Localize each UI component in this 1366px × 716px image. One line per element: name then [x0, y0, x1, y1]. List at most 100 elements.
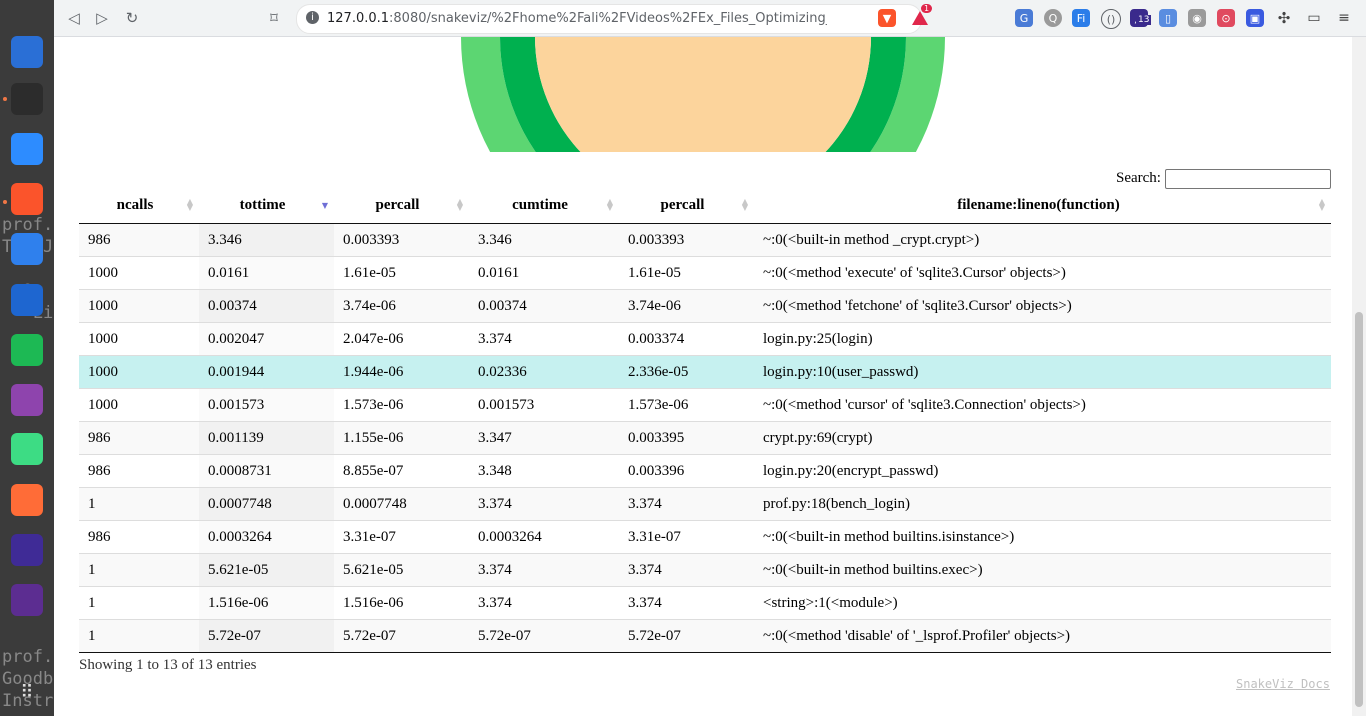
sunburst-center[interactable]: [535, 37, 871, 152]
column-header-percall-cum[interactable]: percall ▲ ▼: [619, 187, 754, 224]
ubuntu-dock: prof.Thu J Or Li ncprof.GoodbInstr ⠿: [0, 0, 54, 716]
screen-extension-icon[interactable]: ▣: [1246, 9, 1264, 27]
table-cell: login.py:25(login): [754, 322, 1331, 356]
column-header-label: percall: [660, 196, 705, 213]
show-applications-icon[interactable]: ⠿: [11, 676, 43, 708]
table-cell: 3.374: [619, 586, 754, 620]
column-header-ncalls[interactable]: ncalls ▲ ▼: [79, 187, 199, 224]
terminal-icon[interactable]: [11, 83, 43, 115]
table-row[interactable]: 986 0.001139 1.155e-06 3.347 0.003395 crypt.p…: [79, 421, 1331, 455]
table-row[interactable]: 1000 0.001573 1.573e-06 0.001573 1.573e-06 ~:…: [79, 388, 1331, 422]
back-button[interactable]: ◁: [62, 6, 86, 30]
clipboard-extension-icon[interactable]: ▯: [1159, 9, 1177, 27]
snakeviz-page: Search: ncalls ▲ ▼ tottime ▼ percall ▲ ▼ cumtime…: [54, 37, 1352, 716]
table-cell: 0.02336: [469, 355, 619, 389]
table-cell: 3.74e-06: [619, 289, 754, 323]
brave-rewards-icon[interactable]: 1: [911, 4, 933, 27]
brave-shields-icon[interactable]: ▼: [878, 9, 896, 27]
table-cell: 1.944e-06: [334, 355, 469, 389]
table-row[interactable]: 986 0.0003264 3.31e-07 0.0003264 3.31e-07 ~:0…: [79, 520, 1331, 554]
table-cell: 0.0007748: [199, 487, 334, 521]
table-cell: ~:0(<method 'cursor' of 'sqlite3.Connect…: [754, 388, 1331, 422]
screen-recorder-icon[interactable]: [11, 534, 43, 566]
translate-extension-icon[interactable]: G: [1015, 9, 1033, 27]
table-row[interactable]: 1000 0.00374 3.74e-06 0.00374 3.74e-06 ~:0(<m…: [79, 289, 1331, 323]
url-host: 127.0.0.1: [327, 11, 390, 26]
media-player-icon[interactable]: [11, 584, 43, 616]
table-cell: 1: [79, 487, 199, 521]
table-row[interactable]: 986 0.0008731 8.855e-07 3.348 0.003396 login.…: [79, 454, 1331, 488]
table-cell: ~:0(<built-in method _crypt.crypt>): [754, 223, 1331, 257]
vscode-icon[interactable]: [11, 233, 43, 265]
table-cell: 1: [79, 619, 199, 653]
table-row[interactable]: 1000 0.0161 1.61e-05 0.0161 1.61e-05 ~:0(<met…: [79, 256, 1331, 290]
table-cell: 5.621e-05: [199, 553, 334, 587]
table-cell: 3.374: [619, 553, 754, 587]
table-row[interactable]: 1 5.72e-07 5.72e-07 5.72e-07 5.72e-07 ~:0(<me…: [79, 619, 1331, 653]
fi-extension-icon[interactable]: Fi: [1072, 9, 1090, 27]
table-cell: 0.003393: [334, 223, 469, 257]
video-editor-icon[interactable]: [11, 384, 43, 416]
table-row[interactable]: 1 1.516e-06 1.516e-06 3.374 3.374 <string>:1(…: [79, 586, 1331, 620]
table-cell: 0.0003264: [199, 520, 334, 554]
page-scrollbar[interactable]: [1352, 37, 1366, 716]
extensions-puzzle-icon[interactable]: ✣: [1275, 9, 1293, 27]
wallet-icon[interactable]: ▭: [1305, 9, 1323, 27]
postman-icon[interactable]: [11, 484, 43, 516]
table-cell: 1.573e-06: [334, 388, 469, 422]
table-cell: 1000: [79, 322, 199, 356]
site-info-icon[interactable]: i: [306, 11, 319, 24]
search-extension-icon[interactable]: Q: [1044, 9, 1062, 27]
graduation-extension-icon[interactable]: ▲ 13: [1130, 9, 1152, 27]
table-cell: 1.155e-06: [334, 421, 469, 455]
column-header-cumtime[interactable]: cumtime ▲ ▼: [469, 187, 619, 224]
table-row[interactable]: 986 3.346 0.003393 3.346 0.003393 ~:0(<built-…: [79, 223, 1331, 257]
menu-icon[interactable]: ≡: [1335, 9, 1353, 27]
reload-button[interactable]: ↻: [120, 6, 144, 30]
address-bar[interactable]: i 127.0.0.1:8080/snakeviz/%2Fhome%2Fali%…: [296, 4, 922, 34]
stats-table: ncalls ▲ ▼ tottime ▼ percall ▲ ▼ cumtime ▲ ▼ percal…: [79, 187, 1331, 653]
table-cell: 3.374: [469, 586, 619, 620]
table-cell: 5.72e-07: [619, 619, 754, 653]
text-editor-icon[interactable]: [11, 36, 43, 68]
browser-toolbar: ◁ ▷ ↻ ⌑ i 127.0.0.1:8080/snakeviz/%2Fhom…: [54, 0, 1366, 37]
table-cell: ~:0(<built-in method builtins.exec>): [754, 553, 1331, 587]
table-cell: 3.347: [469, 421, 619, 455]
table-cell: ~:0(<method 'disable' of '_lsprof.Profil…: [754, 619, 1331, 653]
snakeviz-docs-link[interactable]: SnakeViz Docs: [1236, 677, 1330, 691]
table-cell: login.py:10(user_passwd): [754, 355, 1331, 389]
timer-icon[interactable]: [11, 284, 43, 316]
camera-extension-icon[interactable]: ◉: [1188, 9, 1206, 27]
table-row[interactable]: 1000 0.001944 1.944e-06 0.02336 2.336e-05 log…: [79, 355, 1331, 389]
table-cell: crypt.py:69(crypt): [754, 421, 1331, 455]
sort-icon: ▲ ▼: [456, 197, 463, 212]
spotify-icon[interactable]: [11, 334, 43, 366]
running-indicator: [3, 97, 7, 101]
forward-button[interactable]: ▷: [90, 6, 114, 30]
table-cell: 986: [79, 421, 199, 455]
brave-browser-icon[interactable]: [11, 183, 43, 215]
android-studio-icon[interactable]: [11, 433, 43, 465]
bookmark-button[interactable]: ⌑: [262, 6, 286, 30]
table-cell: <string>:1(<module>): [754, 586, 1331, 620]
search-input[interactable]: [1165, 169, 1331, 189]
column-header-tottime[interactable]: tottime ▼: [199, 187, 334, 224]
table-row[interactable]: 1 0.0007748 0.0007748 3.374 3.374 prof.py:18(…: [79, 487, 1331, 521]
code-extension-icon[interactable]: (): [1101, 9, 1121, 29]
reload-icon: ↻: [125, 9, 139, 27]
zoom-icon[interactable]: [11, 133, 43, 165]
column-header-label: percall: [375, 196, 420, 213]
running-indicator: [3, 200, 7, 204]
table-cell: 3.374: [469, 553, 619, 587]
table-cell: 3.374: [469, 322, 619, 356]
scrollbar-thumb[interactable]: [1355, 312, 1363, 707]
record-extension-icon[interactable]: ⊙: [1217, 9, 1235, 27]
table-cell: 5.72e-07: [199, 619, 334, 653]
table-cell: 0.0161: [469, 256, 619, 290]
table-cell: 0.0007748: [334, 487, 469, 521]
table-row[interactable]: 1000 0.002047 2.047e-06 3.374 0.003374 login.…: [79, 322, 1331, 356]
table-row[interactable]: 1 5.621e-05 5.621e-05 3.374 3.374 ~:0(<built-…: [79, 553, 1331, 587]
column-header-percall[interactable]: percall ▲ ▼: [334, 187, 469, 224]
table-cell: 5.621e-05: [334, 553, 469, 587]
column-header-filename[interactable]: filename:lineno(function) ▲ ▼: [754, 187, 1331, 224]
